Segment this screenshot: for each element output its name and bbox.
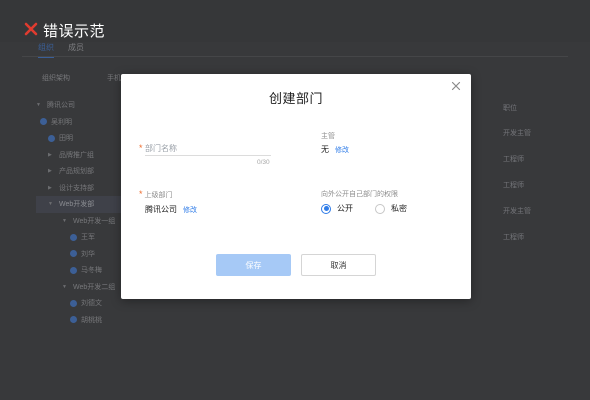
- tree-item-selected[interactable]: ▼ Web开发部: [36, 196, 126, 213]
- page-banner: 错误示范: [0, 0, 590, 42]
- manager-value: 无: [321, 145, 329, 154]
- radio-unchecked-icon: [375, 203, 385, 214]
- tree-item[interactable]: ▶ 产品规划部: [36, 163, 126, 180]
- tree-item[interactable]: ▼ Web开发一组: [36, 213, 126, 230]
- manager-label: 主管: [321, 133, 335, 140]
- parent-dept-value: 腾讯公司: [145, 205, 177, 214]
- caret-right-icon: ▶: [48, 151, 52, 158]
- user-icon: [70, 316, 77, 324]
- tree-item[interactable]: 刘华: [36, 246, 126, 263]
- department-name-input[interactable]: [145, 142, 271, 156]
- banner-title: 错误示范: [43, 23, 106, 40]
- role-cell: 开发主管: [503, 130, 531, 137]
- parent-dept-label: * 上级部门: [139, 189, 173, 199]
- cancel-button[interactable]: 取消: [301, 254, 376, 276]
- radio-checked-icon: [321, 203, 331, 214]
- edit-parent-dept-link[interactable]: 修改: [183, 205, 197, 215]
- user-icon: [48, 134, 55, 142]
- user-icon: [70, 266, 77, 274]
- caret-right-icon: ▶: [48, 168, 52, 175]
- caret-down-icon: ▼: [62, 217, 67, 224]
- caret-down-icon: ▼: [48, 201, 53, 208]
- tabs-divider: [22, 56, 568, 57]
- role-cell: 工程师: [503, 234, 524, 241]
- required-mark: *: [139, 143, 143, 153]
- tree-item[interactable]: 吴利明: [36, 114, 126, 131]
- tree-item[interactable]: ▼ Web开发二组: [36, 279, 126, 296]
- tree-item[interactable]: ▶ 设计支持部: [36, 180, 126, 197]
- caret-down-icon: ▼: [36, 102, 41, 109]
- column-header-name: 组织架构: [42, 75, 70, 82]
- tree-item[interactable]: ▶ 品牌推广组: [36, 147, 126, 164]
- char-counter: 0/30: [257, 159, 270, 166]
- column-header-role: 职位: [503, 105, 517, 112]
- close-icon[interactable]: [449, 79, 463, 93]
- user-icon: [70, 250, 77, 258]
- role-cell: 开发主管: [503, 208, 531, 215]
- dialog-title: 创建部门: [268, 91, 323, 106]
- tree-item[interactable]: 马冬梅: [36, 262, 126, 279]
- caret-down-icon: ▼: [62, 283, 67, 290]
- edit-manager-link[interactable]: 修改: [335, 145, 349, 155]
- role-cell: 工程师: [503, 156, 524, 163]
- tree-item[interactable]: 胡桃桃: [36, 312, 126, 329]
- radio-public[interactable]: 公开: [321, 203, 353, 214]
- org-tree: ▼ 腾讯公司 吴利明 田明 ▶ 品牌推广组 ▶ 产品规划部 ▶ 设计支持部 ▼ Web开发…: [36, 97, 126, 328]
- user-icon: [40, 118, 47, 126]
- red-x-icon: [24, 22, 38, 36]
- user-icon: [70, 299, 77, 307]
- visibility-label: 向外公开自己部门的权限: [321, 191, 398, 198]
- role-column: 开发主管 工程师 工程师 开发主管 工程师: [503, 128, 531, 258]
- tree-item[interactable]: 刘德文: [36, 295, 126, 312]
- radio-private[interactable]: 私密: [375, 203, 407, 214]
- column-header-other: 手机: [107, 75, 121, 82]
- save-button[interactable]: 保存: [216, 254, 291, 276]
- user-icon: [70, 233, 77, 241]
- create-department-dialog: 创建部门 * 0/30 主管 无 修改 *上级部门 腾讯公司 修改 向外公开自己…: [121, 74, 471, 299]
- tree-item[interactable]: ▼ 腾讯公司: [36, 97, 126, 114]
- role-cell: 工程师: [503, 182, 524, 189]
- tree-item[interactable]: 王军: [36, 229, 126, 246]
- caret-right-icon: ▶: [48, 184, 52, 191]
- tree-item[interactable]: 田明: [36, 130, 126, 147]
